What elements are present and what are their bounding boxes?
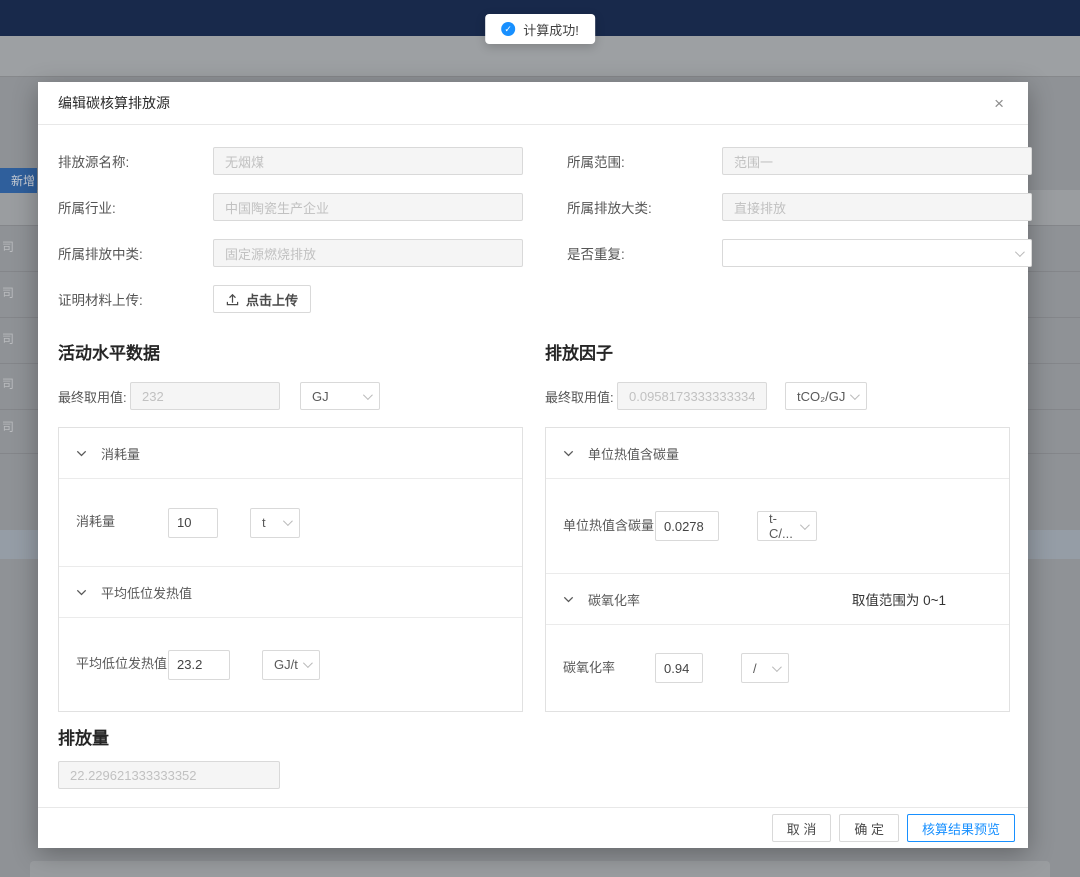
factor-unit-select[interactable]: tCO₂/GJ: [785, 382, 867, 410]
heating-value-panel-header[interactable]: 平均低位发热值: [59, 567, 522, 618]
activity-unit-value: GJ: [312, 389, 329, 404]
toast-message: 计算成功!: [523, 20, 579, 39]
screen: 新增 司 司 司 司 司 ✓ 计算成功! 编辑碳核算排放源 × 排放源名称: 所…: [0, 0, 1080, 877]
background-row-text: 司: [2, 330, 16, 347]
chevron-down-icon: [1015, 247, 1025, 257]
chevron-down-icon: [772, 662, 782, 672]
activity-final-row: 最终取用值: GJ: [58, 382, 545, 410]
heating-value-input[interactable]: [168, 650, 230, 680]
chevron-down-icon: [363, 390, 373, 400]
chevron-down-icon: [563, 594, 574, 605]
oxidation-rate-unit-select[interactable]: /: [741, 653, 789, 683]
background-add-button: 新增: [0, 168, 37, 193]
heating-value-panel-title: 平均低位发热值: [101, 583, 192, 602]
factor-final-input: [617, 382, 767, 410]
factor-unit-value: tCO₂/GJ: [797, 389, 845, 404]
emission-major-input: [722, 193, 1032, 221]
field-source-name: 排放源名称:: [58, 147, 545, 175]
modal-body: 排放源名称: 所属范围: 所属行业: 所属排放大类:: [38, 125, 1028, 789]
activity-unit-select[interactable]: GJ: [300, 382, 380, 410]
carbon-content-panel-title: 单位热值含碳量: [588, 444, 679, 463]
oxidation-rate-hint: 取值范围为 0~1: [852, 589, 946, 609]
consumption-panel-header[interactable]: 消耗量: [59, 428, 522, 479]
field-is-duplicate: 是否重复:: [545, 239, 1032, 267]
emission-major-label: 所属排放大类:: [567, 197, 722, 217]
background-row-text: 司: [2, 375, 16, 392]
source-name-label: 排放源名称:: [58, 151, 213, 171]
modal-title: 编辑碳核算排放源: [58, 93, 170, 113]
activity-collapse: 消耗量 消耗量 t 平均低位发热值: [58, 427, 523, 712]
chevron-down-icon: [850, 390, 860, 400]
carbon-content-unit-select[interactable]: t-C/...: [757, 511, 817, 541]
consumption-panel-title: 消耗量: [101, 444, 140, 463]
chevron-down-icon: [800, 520, 810, 530]
emission-result-input: [58, 761, 280, 789]
consumption-input[interactable]: [168, 508, 218, 538]
background-row-text: 司: [2, 418, 16, 435]
consumption-unit-value: t: [262, 515, 266, 530]
success-toast: ✓ 计算成功!: [485, 14, 595, 44]
cancel-button[interactable]: 取 消: [772, 814, 832, 842]
factor-collapse: 单位热值含碳量 单位热值含碳量 t-C/...: [545, 427, 1010, 712]
scope-input: [722, 147, 1032, 175]
check-circle-icon: ✓: [501, 22, 515, 36]
factor-section-title: 排放因子: [545, 339, 1008, 364]
field-emission-mid: 所属排放中类:: [58, 239, 545, 267]
modal-header: 编辑碳核算排放源 ×: [38, 82, 1028, 125]
heating-value-unit-select[interactable]: GJ/t: [262, 650, 320, 680]
oxidation-rate-panel-body: 碳氧化率 /: [546, 625, 1009, 711]
activity-final-label: 最终取用值:: [58, 387, 130, 406]
background-row-text: 司: [2, 284, 16, 301]
carbon-content-label: 单位热值含碳量: [563, 516, 655, 536]
field-scope: 所属范围:: [545, 147, 1032, 175]
factor-final-row: 最终取用值: tCO₂/GJ: [545, 382, 1008, 410]
oxidation-rate-unit-value: /: [753, 661, 757, 676]
field-industry: 所属行业:: [58, 193, 545, 221]
heating-value-unit-value: GJ/t: [274, 657, 298, 672]
edit-emission-source-modal: 编辑碳核算排放源 × 排放源名称: 所属范围: 所属行业:: [38, 82, 1028, 848]
upload-label: 证明材料上传:: [58, 289, 213, 309]
field-emission-major: 所属排放大类:: [545, 193, 1032, 221]
emission-mid-input: [213, 239, 523, 267]
chevron-down-icon: [303, 658, 313, 668]
confirm-button[interactable]: 确 定: [839, 814, 899, 842]
result-preview-button[interactable]: 核算结果预览: [907, 814, 1015, 842]
carbon-content-input[interactable]: [655, 511, 719, 541]
background-row-text: 司: [2, 238, 16, 255]
heating-value-panel-body: 平均低位发热值 GJ/t: [59, 618, 522, 711]
emission-mid-label: 所属排放中类:: [58, 243, 213, 263]
close-icon[interactable]: ×: [990, 91, 1008, 116]
industry-input: [213, 193, 523, 221]
activity-final-input: [130, 382, 280, 410]
upload-button[interactable]: 点击上传: [213, 285, 311, 313]
factor-final-label: 最终取用值:: [545, 387, 617, 406]
activity-section-title: 活动水平数据: [58, 339, 545, 364]
consumption-label: 消耗量: [76, 512, 168, 532]
chevron-down-icon: [283, 516, 293, 526]
upload-icon: [226, 293, 239, 306]
carbon-content-panel-header[interactable]: 单位热值含碳量: [546, 428, 1009, 479]
is-duplicate-select[interactable]: [722, 239, 1032, 267]
consumption-panel-body: 消耗量 t: [59, 479, 522, 567]
oxidation-rate-panel-header[interactable]: 碳氧化率 取值范围为 0~1: [546, 574, 1009, 625]
upload-button-label: 点击上传: [246, 290, 298, 309]
chevron-down-icon: [76, 587, 87, 598]
scope-label: 所属范围:: [567, 151, 722, 171]
carbon-content-panel-body: 单位热值含碳量 t-C/...: [546, 479, 1009, 574]
consumption-unit-select[interactable]: t: [250, 508, 300, 538]
oxidation-rate-label: 碳氧化率: [563, 658, 655, 678]
chevron-down-icon: [76, 448, 87, 459]
chevron-down-icon: [563, 448, 574, 459]
emission-section-title: 排放量: [58, 724, 1008, 749]
oxidation-rate-input[interactable]: [655, 653, 703, 683]
background-bottom-panel: [30, 861, 1050, 877]
is-duplicate-label: 是否重复:: [567, 243, 722, 263]
carbon-content-unit-value: t-C/...: [769, 511, 800, 541]
source-name-input: [213, 147, 523, 175]
modal-footer: 取 消 确 定 核算结果预览: [38, 807, 1028, 848]
industry-label: 所属行业:: [58, 197, 213, 217]
field-upload: 证明材料上传: 点击上传: [58, 285, 545, 313]
heating-value-label: 平均低位发热值: [76, 654, 168, 674]
oxidation-rate-panel-title: 碳氧化率: [588, 590, 640, 609]
